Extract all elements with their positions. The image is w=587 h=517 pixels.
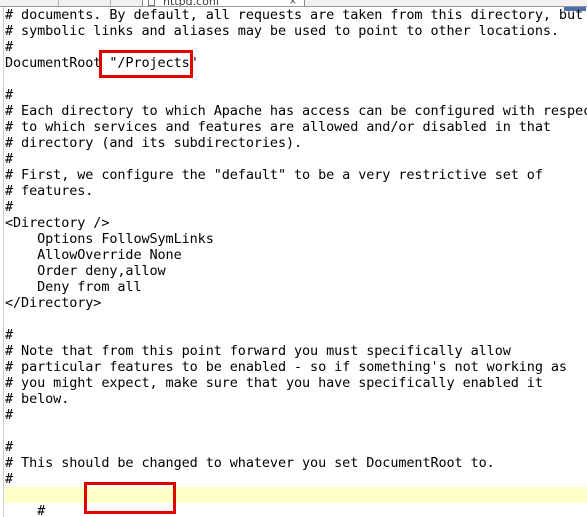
code-line: Options FollowSymLinks [5,231,587,247]
code-line: # particular features to be enabled - so… [5,359,587,375]
code-line: Order deny,allow [5,263,587,279]
current-line-highlight [5,487,587,503]
code-line: # This should be changed to whatever you… [5,455,587,471]
code-line: # [5,439,587,455]
code-line-text: # features. [5,183,94,199]
code-line-text: # First, we configure the "default" to b… [5,167,543,183]
code-line-text: # [5,503,46,517]
code-line-text: Options FollowSymLinks [5,231,214,247]
tab-strip: httpd.conf × [0,0,587,7]
code-line-text: Deny from all [5,279,142,295]
code-line-text: Order deny,allow [5,263,166,279]
code-line-text: # Note that from this point forward you … [5,343,511,359]
code-line-text: # [5,439,14,455]
code-line-text: <Directory /> [5,215,110,231]
code-line: AllowOverride None [5,247,587,263]
tab-divider [110,0,111,6]
code-line: # directory (and its subdirectories). [5,135,587,151]
code-line-text: # documents. By default, all requests ar… [5,7,583,23]
document-icon [148,0,155,6]
code-line: # [5,39,587,55]
code-line: <Directory /> [5,215,587,231]
code-line: # First, we configure the "default" to b… [5,167,587,183]
code-line-text: # particular features to be enabled - so… [5,359,567,375]
code-line: # [5,87,587,103]
code-line: Deny from all [5,279,587,295]
code-line-text: # [5,471,14,487]
code-line-text: # to which services and features are all… [5,119,551,135]
editor-gutter[interactable] [0,7,4,517]
code-line-trailing: # [5,503,587,517]
code-line: # below. [5,391,587,407]
code-line: </Directory> [5,295,587,311]
code-line-text: </Directory> [5,295,102,311]
code-line: # [5,471,587,487]
code-line: # Note that from this point forward you … [5,343,587,359]
text-editor-window: httpd.conf × # documents. By default, al… [0,0,587,517]
code-line: # Each directory to which Apache has acc… [5,103,587,119]
code-line-documentroot: DocumentRoot "/Projects" [5,55,587,71]
code-line-text: # below. [5,391,70,407]
code-line-text: # [5,39,14,55]
code-line: # [5,199,587,215]
code-line: # [5,407,587,423]
code-line: # symbolic links and aliases may be used… [5,23,587,39]
code-line: # to which services and features are all… [5,119,587,135]
code-line-text: # [5,87,14,103]
tab-divider [58,0,59,6]
tab-httpd-conf[interactable]: httpd.conf × [142,0,305,7]
code-line: # documents. By default, all requests ar… [5,7,587,23]
code-line: # features. [5,183,587,199]
code-line: # [5,151,587,167]
code-line-text: AllowOverride None [5,247,182,263]
code-line-text: # [5,407,14,423]
tab-label: httpd.conf [163,0,220,7]
code-line-text: # [5,151,14,167]
code-area[interactable]: # documents. By default, all requests ar… [5,7,587,517]
code-line-text: # directory (and its subdirectories). [5,135,303,151]
code-line-text: # you might expect, make sure that you h… [5,375,543,391]
code-line-text: # Each directory to which Apache has acc… [5,103,587,119]
code-line-text: # [5,199,14,215]
close-icon[interactable]: × [289,0,297,6]
code-line-text: DocumentRoot "/Projects" [5,55,198,71]
code-line-text: # This should be changed to whatever you… [5,455,495,471]
code-line-active-directory[interactable]: <Directory "/Projects"> [5,487,587,503]
code-line-text: # [5,327,14,343]
code-line: # [5,327,587,343]
code-line-text: # symbolic links and aliases may be used… [5,23,559,39]
code-line: # you might expect, make sure that you h… [5,375,587,391]
